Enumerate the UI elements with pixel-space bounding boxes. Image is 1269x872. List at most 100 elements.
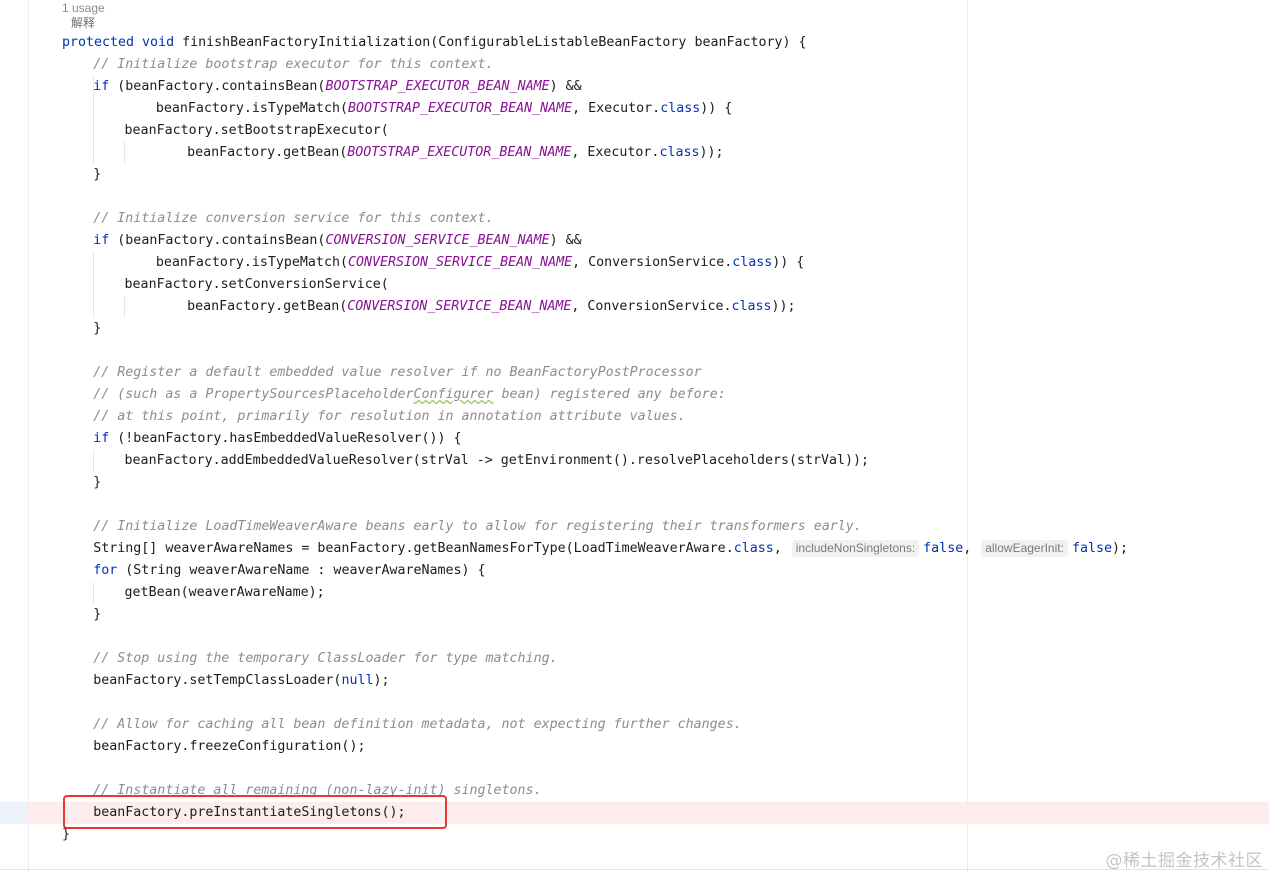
- code-token: Configurer: [413, 387, 494, 402]
- code-token: getBean(weaverAwareName);: [124, 585, 325, 600]
- code-token: )) {: [772, 255, 805, 270]
- code-line[interactable]: // Stop using the temporary ClassLoader …: [93, 648, 557, 670]
- code-token: finishBeanFactoryInitialization(Configur…: [182, 35, 807, 50]
- code-token: // Initialize bootstrap executor for thi…: [93, 57, 494, 72]
- code-line[interactable]: // at this point, primarily for resoluti…: [93, 406, 685, 428]
- code-line[interactable]: // Initialize LoadTimeWeaverAware beans …: [93, 516, 862, 538]
- code-token: class: [731, 299, 772, 314]
- code-token: false: [1071, 541, 1112, 556]
- code-token: beanFactory.setBootstrapExecutor(: [124, 123, 389, 138]
- code-line[interactable]: beanFactory.setBootstrapExecutor(: [125, 120, 389, 142]
- code-token: beanFactory.addEmbeddedValueResolver(str…: [124, 453, 870, 468]
- code-token: }: [93, 607, 102, 622]
- indent-guide: [93, 582, 94, 604]
- highlight-box: [63, 795, 447, 829]
- code-token: if: [93, 233, 118, 248]
- code-line[interactable]: }: [93, 472, 101, 494]
- explain-link[interactable]: 解释: [71, 16, 95, 30]
- code-line[interactable]: getBean(weaverAwareName);: [125, 582, 325, 604]
- code-token: bean) registered any before:: [493, 387, 726, 402]
- code-token: false: [923, 541, 964, 556]
- parameter-hint: includeNonSingletons:: [791, 540, 920, 557]
- code-token: class: [659, 145, 700, 160]
- code-token: }: [93, 321, 102, 336]
- code-token: String[] weaverAwareNames = beanFactory.…: [93, 541, 734, 556]
- code-line[interactable]: for (String weaverAwareName : weaverAwar…: [93, 560, 485, 582]
- code-line[interactable]: // Allow for caching all bean definition…: [93, 714, 741, 736]
- code-line[interactable]: if (beanFactory.containsBean(BOOTSTRAP_E…: [93, 76, 581, 98]
- editor-bottom-border: [0, 869, 1269, 870]
- code-token: // Stop using the temporary ClassLoader …: [93, 651, 558, 666]
- indent-guide: [93, 450, 94, 472]
- code-token: , Executor.: [572, 101, 661, 116]
- code-line[interactable]: }: [93, 604, 101, 626]
- parameter-hint: allowEagerInit:: [981, 540, 1068, 557]
- code-token: for: [93, 563, 126, 578]
- code-line[interactable]: protected void finishBeanFactoryInitiali…: [62, 32, 807, 54]
- indent-guide: [124, 296, 125, 318]
- usage-hint[interactable]: 1 usage: [62, 1, 105, 15]
- code-token: (String weaverAwareName : weaverAwareNam…: [125, 563, 486, 578]
- code-line[interactable]: beanFactory.isTypeMatch(BOOTSTRAP_EXECUT…: [156, 98, 732, 120]
- code-token: class: [733, 541, 774, 556]
- code-token: beanFactory.setTempClassLoader(: [93, 673, 342, 688]
- code-token: CONVERSION_SERVICE_BEAN_NAME: [347, 255, 573, 270]
- code-token: // Initialize LoadTimeWeaverAware beans …: [93, 519, 862, 534]
- code-token: BOOTSTRAP_EXECUTOR_BEAN_NAME: [347, 101, 573, 116]
- code-token: // Allow for caching all bean definition…: [93, 717, 742, 732]
- code-token: ,: [773, 541, 790, 556]
- code-token: }: [62, 827, 71, 842]
- code-token: beanFactory.freezeConfiguration();: [93, 739, 366, 754]
- code-token: ) &&: [549, 79, 582, 94]
- code-line[interactable]: }: [93, 164, 101, 186]
- code-token: BOOTSTRAP_EXECUTOR_BEAN_NAME: [325, 79, 550, 94]
- code-line[interactable]: // Register a default embedded value res…: [93, 362, 701, 384]
- code-token: // Initialize conversion service for thi…: [93, 211, 494, 226]
- gutter-divider: [28, 0, 29, 872]
- code-token: ));: [699, 145, 724, 160]
- code-line[interactable]: beanFactory.setConversionService(: [125, 274, 389, 296]
- code-line[interactable]: String[] weaverAwareNames = beanFactory.…: [93, 538, 1128, 560]
- code-token: , Executor.: [571, 145, 660, 160]
- code-line[interactable]: beanFactory.isTypeMatch(CONVERSION_SERVI…: [156, 252, 804, 274]
- code-token: ));: [771, 299, 796, 314]
- code-token: class: [732, 255, 773, 270]
- code-token: beanFactory.getBean(: [187, 299, 348, 314]
- code-token: beanFactory.isTypeMatch(: [155, 255, 348, 270]
- indent-guide: [124, 142, 125, 164]
- code-line[interactable]: beanFactory.addEmbeddedValueResolver(str…: [125, 450, 870, 472]
- code-line[interactable]: beanFactory.getBean(CONVERSION_SERVICE_B…: [187, 296, 795, 318]
- code-token: ,: [963, 541, 980, 556]
- code-token: beanFactory.getBean(: [187, 145, 348, 160]
- code-token: , ConversionService.: [571, 299, 732, 314]
- code-token: , ConversionService.: [572, 255, 733, 270]
- code-token: beanFactory.setConversionService(: [124, 277, 389, 292]
- code-token: class: [660, 101, 701, 116]
- code-token: protected void: [62, 35, 183, 50]
- watermark: @稀土掘金技术社区: [1105, 851, 1263, 871]
- code-token: ) &&: [549, 233, 582, 248]
- code-token: );: [373, 673, 390, 688]
- code-line[interactable]: if (beanFactory.containsBean(CONVERSION_…: [93, 230, 581, 252]
- code-token: // Register a default embedded value res…: [93, 365, 702, 380]
- code-line[interactable]: // Initialize bootstrap executor for thi…: [93, 54, 493, 76]
- code-token: )) {: [700, 101, 733, 116]
- code-token: BOOTSTRAP_EXECUTOR_BEAN_NAME: [347, 145, 572, 160]
- code-line[interactable]: }: [93, 318, 101, 340]
- indent-guide: [93, 252, 94, 318]
- code-token: if: [93, 431, 118, 446]
- code-token: (beanFactory.containsBean(: [117, 233, 326, 248]
- code-token: }: [93, 475, 102, 490]
- current-line-gutter-marker: [0, 802, 28, 824]
- code-line[interactable]: // (such as a PropertySourcesPlaceholder…: [93, 384, 725, 406]
- code-line[interactable]: beanFactory.setTempClassLoader(null);: [93, 670, 389, 692]
- code-line[interactable]: beanFactory.freezeConfiguration();: [93, 736, 365, 758]
- code-token: CONVERSION_SERVICE_BEAN_NAME: [347, 299, 572, 314]
- code-line[interactable]: beanFactory.getBean(BOOTSTRAP_EXECUTOR_B…: [187, 142, 723, 164]
- code-token: }: [93, 167, 102, 182]
- code-token: null: [341, 673, 374, 688]
- code-line[interactable]: // Initialize conversion service for thi…: [93, 208, 493, 230]
- code-token: if: [93, 79, 118, 94]
- code-token: (beanFactory.containsBean(: [117, 79, 326, 94]
- code-line[interactable]: if (!beanFactory.hasEmbeddedValueResolve…: [93, 428, 461, 450]
